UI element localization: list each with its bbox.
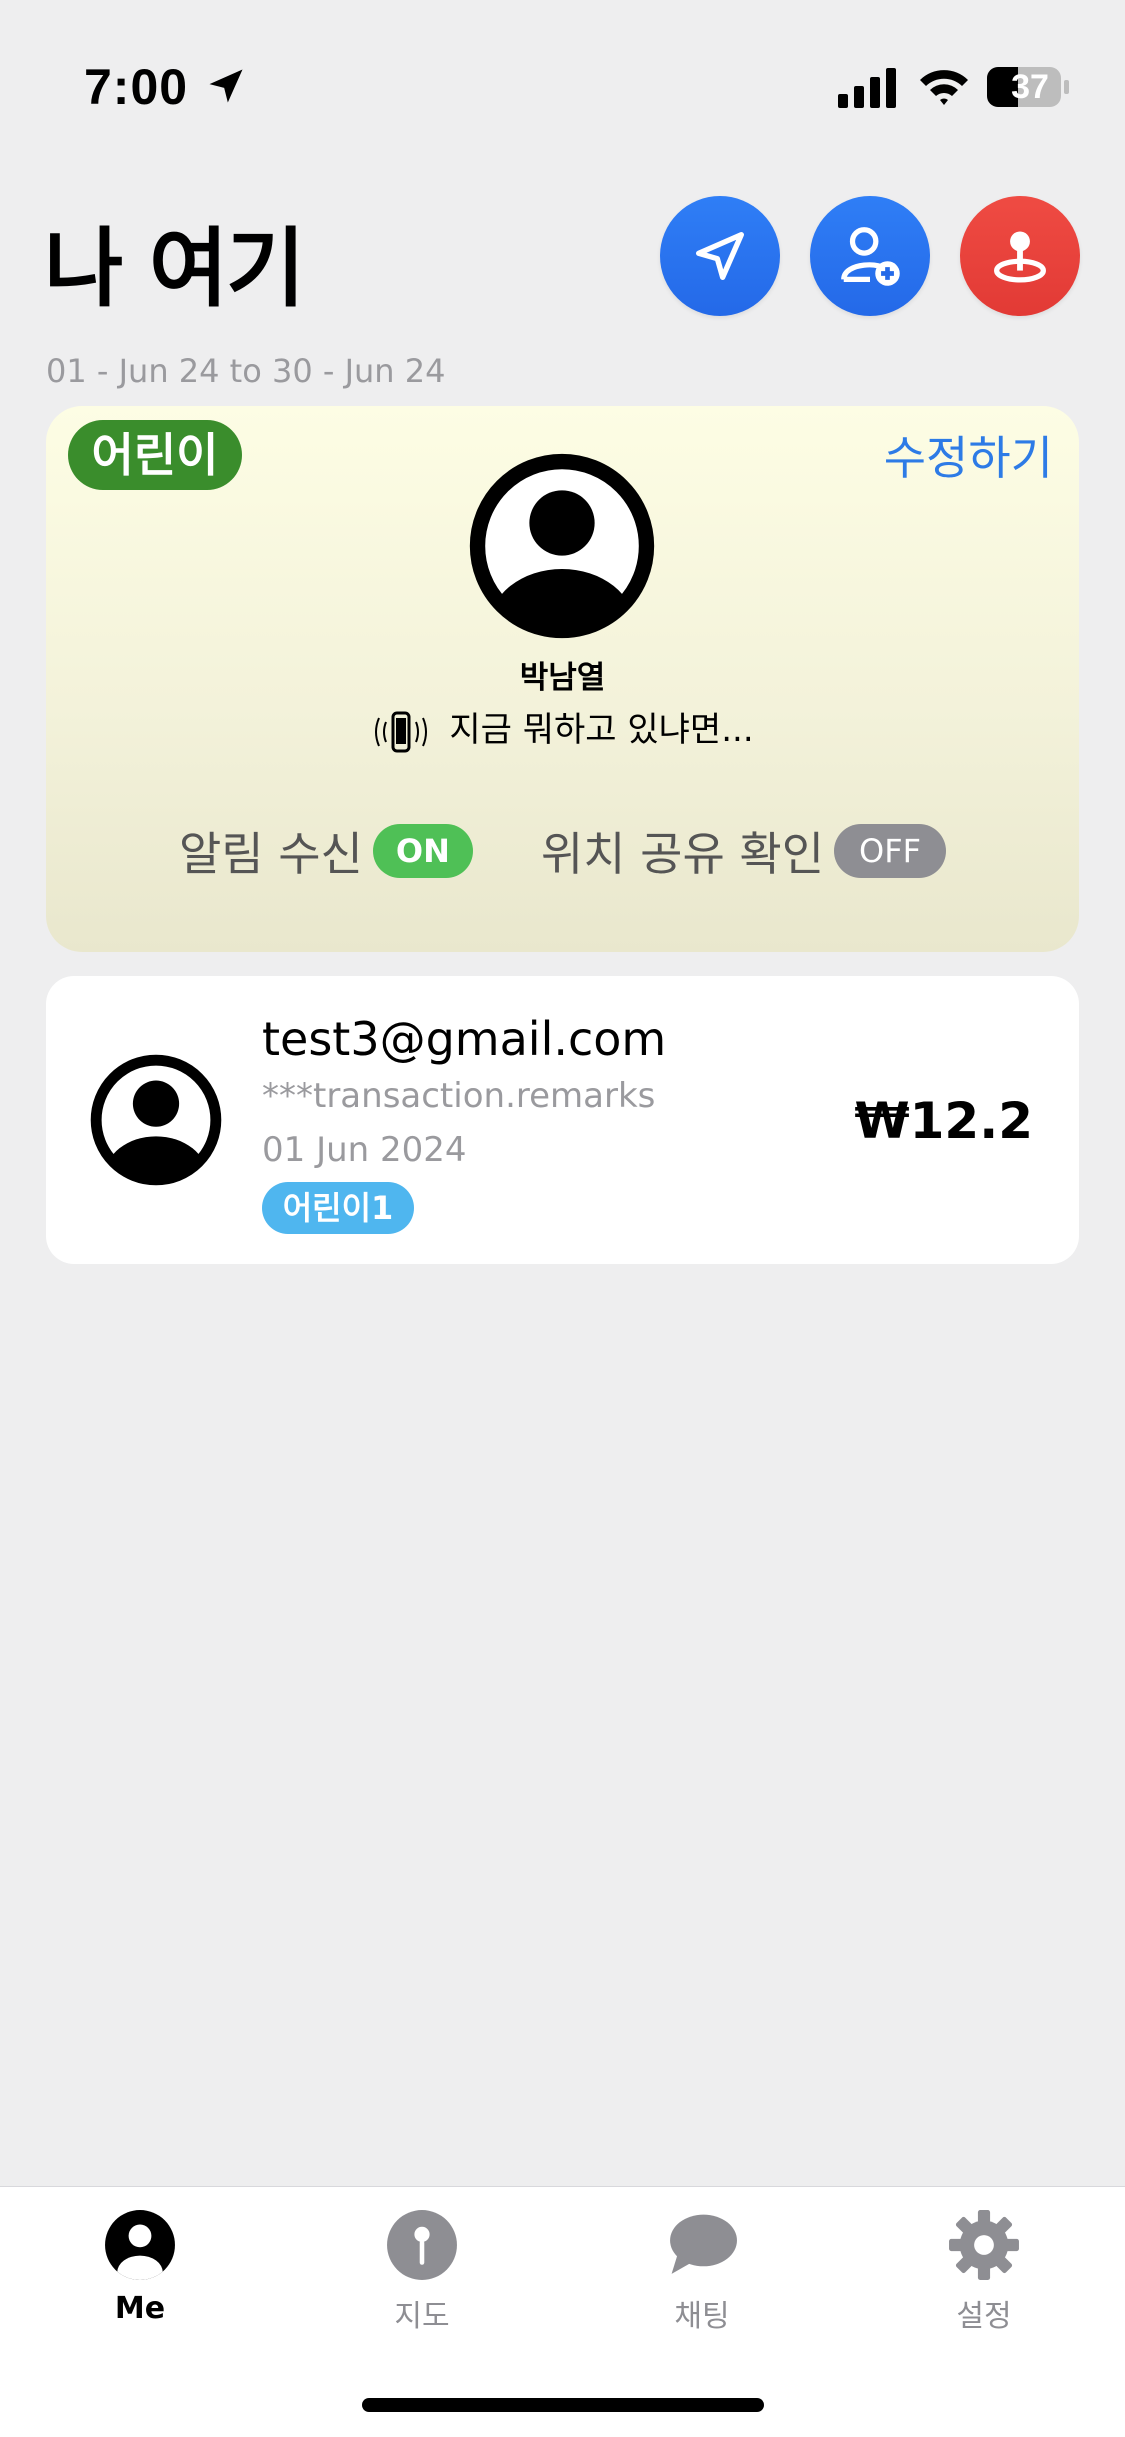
avatar-icon [469, 453, 655, 639]
map-pin-icon [994, 231, 1046, 283]
status-message: 지금 뭐하고 있냐면... [46, 702, 1079, 754]
role-badge: 어린이 [68, 420, 242, 490]
gear-icon [949, 2210, 1019, 2280]
date-range: 01 - Jun 24 to 30 - Jun 24 [46, 352, 446, 390]
person-circle-icon [105, 2210, 175, 2280]
navigation-arrow-icon [696, 232, 744, 280]
avatar-icon [90, 1054, 222, 1186]
cellular-signal-icon [838, 68, 896, 108]
navigate-button[interactable] [660, 196, 780, 316]
transaction-amount: ₩12.2 [854, 1092, 1033, 1150]
notification-toggle[interactable]: ON [372, 824, 473, 878]
location-share-toggle[interactable]: OFF [834, 824, 947, 878]
wifi-icon [920, 70, 968, 105]
notification-label: 알림 수신 [178, 827, 363, 881]
tab-settings[interactable]: 설정 [884, 2207, 1084, 2335]
status-text: 지금 뭐하고 있냐면... [449, 710, 754, 750]
tab-label: 설정 [956, 2299, 1012, 2334]
tab-chat[interactable]: 채팅 [602, 2207, 802, 2335]
transaction-card[interactable]: test3@gmail.com ***transaction.remarks 0… [46, 976, 1079, 1264]
settings-toggles: 알림 수신 ON 위치 공유 확인 OFF [46, 818, 1079, 884]
add-person-button[interactable] [810, 196, 930, 316]
phone-vibrate-icon [375, 711, 428, 752]
map-pin-icon [387, 2210, 457, 2280]
tab-me[interactable]: Me [40, 2207, 240, 2326]
page-title: 나 여기 [44, 219, 305, 319]
battery-level: 37 [1011, 68, 1049, 106]
location-pin-button[interactable] [960, 196, 1080, 316]
person-add-icon [841, 227, 900, 286]
profile-name: 박남열 [519, 660, 606, 696]
transaction-tag: 어린이1 [262, 1182, 414, 1234]
chat-bubble-icon [670, 2214, 737, 2274]
transaction-remarks: ***transaction.remarks [262, 1076, 656, 1116]
tab-label: 지도 [394, 2299, 450, 2334]
location-share-label: 위치 공유 확인 [540, 827, 825, 881]
location-arrow-icon [209, 69, 243, 103]
edit-button[interactable]: 수정하기 [884, 422, 1053, 488]
tab-map[interactable]: 지도 [322, 2207, 522, 2335]
status-time: 7:00 [84, 59, 189, 115]
home-indicator [362, 2398, 764, 2412]
transaction-email: test3@gmail.com [262, 1012, 667, 1066]
tab-label: 채팅 [674, 2299, 730, 2334]
tab-label: Me [114, 2291, 166, 2326]
profile-card: 어린이 수정하기 박남열 지금 뭐하고 있냐면... 알림 수신 ON 위치 공… [46, 406, 1079, 952]
status-bar: 7:00 37 [0, 0, 1125, 140]
transaction-date: 01 Jun 2024 [262, 1130, 467, 1170]
